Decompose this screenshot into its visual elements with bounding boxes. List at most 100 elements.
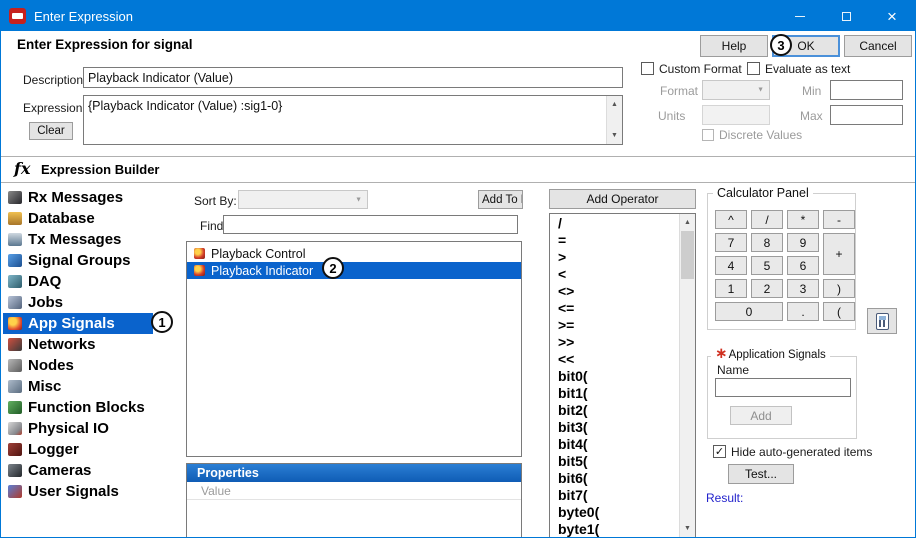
- min-input[interactable]: [830, 80, 903, 100]
- calc-button[interactable]: -: [823, 210, 855, 229]
- operator-item[interactable]: =: [558, 232, 678, 249]
- operator-item[interactable]: bit4(: [558, 436, 678, 453]
- category-label: Signal Groups: [28, 252, 131, 269]
- format-select: [702, 80, 770, 100]
- calc-button[interactable]: 1: [715, 279, 747, 298]
- operator-item[interactable]: bit7(: [558, 487, 678, 504]
- custom-format-checkbox[interactable]: [641, 62, 654, 75]
- calc-button[interactable]: +: [823, 233, 855, 275]
- operator-item[interactable]: >: [558, 249, 678, 266]
- operator-item[interactable]: /: [558, 215, 678, 232]
- scroll-down-icon[interactable]: [607, 128, 622, 143]
- calc-button[interactable]: *: [787, 210, 819, 229]
- category-item[interactable]: Database: [3, 208, 105, 229]
- operator-scrollbar[interactable]: [679, 214, 695, 537]
- category-item[interactable]: Physical IO: [3, 418, 119, 439]
- add-operator-button[interactable]: Add Operator: [549, 189, 696, 209]
- max-input[interactable]: [830, 105, 903, 125]
- operator-item[interactable]: bit2(: [558, 402, 678, 419]
- expression-label: Expression: [23, 101, 82, 115]
- find-input[interactable]: [223, 215, 518, 234]
- category-item[interactable]: App Signals: [3, 313, 153, 334]
- calc-button[interactable]: 9: [787, 233, 819, 252]
- category-label: Nodes: [28, 357, 74, 374]
- calc-button[interactable]: 6: [787, 256, 819, 275]
- calc-button[interactable]: ): [823, 279, 855, 298]
- category-item[interactable]: Cameras: [3, 460, 101, 481]
- application-signals-title: Application Signals: [729, 349, 826, 361]
- close-icon[interactable]: [869, 1, 915, 31]
- operator-item[interactable]: byte1(: [558, 521, 678, 538]
- operator-item[interactable]: bit6(: [558, 470, 678, 487]
- operator-item[interactable]: >>: [558, 334, 678, 351]
- hide-auto-generated-checkbox[interactable]: [713, 445, 726, 458]
- maximize-icon[interactable]: [823, 1, 869, 31]
- category-item[interactable]: Networks: [3, 334, 106, 355]
- calc-button[interactable]: 7: [715, 233, 747, 252]
- description-input[interactable]: [83, 67, 623, 88]
- networks-icon: [8, 338, 22, 351]
- add-to-expression-button[interactable]: Add To Ex: [478, 190, 523, 209]
- category-list: Rx Messages Database Tx Messages Signal …: [3, 187, 185, 502]
- minimize-icon[interactable]: [777, 1, 823, 31]
- calc-button[interactable]: .: [787, 302, 819, 321]
- calc-button[interactable]: 0: [715, 302, 783, 321]
- calc-button[interactable]: 4: [715, 256, 747, 275]
- operator-item[interactable]: <<: [558, 351, 678, 368]
- signal-item[interactable]: Playback Control: [187, 245, 521, 262]
- clear-button[interactable]: Clear: [29, 122, 73, 140]
- expression-input[interactable]: {Playback Indicator (Value) :sig1-0}: [83, 95, 623, 145]
- operator-item[interactable]: <=: [558, 300, 678, 317]
- category-label: Physical IO: [28, 420, 109, 437]
- expression-scrollbar[interactable]: [606, 96, 622, 144]
- signal-item[interactable]: Playback Indicator: [187, 262, 521, 279]
- operator-item[interactable]: bit1(: [558, 385, 678, 402]
- category-item[interactable]: Logger: [3, 439, 89, 460]
- scroll-up-icon[interactable]: [607, 97, 622, 112]
- category-item[interactable]: Jobs: [3, 292, 73, 313]
- operator-item[interactable]: <: [558, 266, 678, 283]
- scroll-down-icon[interactable]: [680, 521, 695, 536]
- divider-top: [1, 156, 916, 157]
- category-item[interactable]: Function Blocks: [3, 397, 155, 418]
- category-item[interactable]: Misc: [3, 376, 71, 397]
- operator-item[interactable]: bit3(: [558, 419, 678, 436]
- calc-button[interactable]: /: [751, 210, 783, 229]
- test-button[interactable]: Test...: [728, 464, 794, 484]
- operator-item[interactable]: <>: [558, 283, 678, 300]
- operator-item[interactable]: bit0(: [558, 368, 678, 385]
- scroll-up-icon[interactable]: [680, 215, 695, 230]
- window-title: Enter Expression: [34, 9, 133, 24]
- category-item[interactable]: Nodes: [3, 355, 84, 376]
- operator-item[interactable]: byte0(: [558, 504, 678, 521]
- calc-button[interactable]: 5: [751, 256, 783, 275]
- cancel-button[interactable]: Cancel: [844, 35, 912, 57]
- fx-icon: fx: [14, 159, 30, 178]
- calculator-launcher-button[interactable]: [867, 308, 897, 334]
- category-item[interactable]: Signal Groups: [3, 250, 141, 271]
- operator-item[interactable]: >=: [558, 317, 678, 334]
- calculator-panel-title: Calculator Panel: [713, 186, 813, 200]
- calc-button[interactable]: 8: [751, 233, 783, 252]
- evaluate-as-text-checkbox[interactable]: [747, 62, 760, 75]
- calc-button[interactable]: 3: [787, 279, 819, 298]
- sort-by-select: [238, 190, 368, 209]
- calc-button[interactable]: 2: [751, 279, 783, 298]
- category-item[interactable]: Tx Messages: [3, 229, 131, 250]
- application-signals-header: Application Signals: [711, 349, 830, 361]
- category-item[interactable]: DAQ: [3, 271, 71, 292]
- category-label: DAQ: [28, 273, 61, 290]
- properties-panel: Properties Value: [186, 463, 522, 538]
- category-item[interactable]: Rx Messages: [3, 187, 133, 208]
- help-button[interactable]: Help: [700, 35, 768, 57]
- calc-button[interactable]: (: [823, 302, 855, 321]
- operator-item[interactable]: bit5(: [558, 453, 678, 470]
- maximize-glyph: [842, 12, 851, 21]
- calc-button[interactable]: ^: [715, 210, 747, 229]
- name-input[interactable]: [715, 378, 851, 397]
- scrollbar-thumb[interactable]: [681, 231, 694, 279]
- logger-icon: [8, 443, 22, 456]
- properties-header: Properties: [187, 464, 521, 482]
- category-item[interactable]: User Signals: [3, 481, 129, 502]
- max-label: Max: [800, 109, 823, 123]
